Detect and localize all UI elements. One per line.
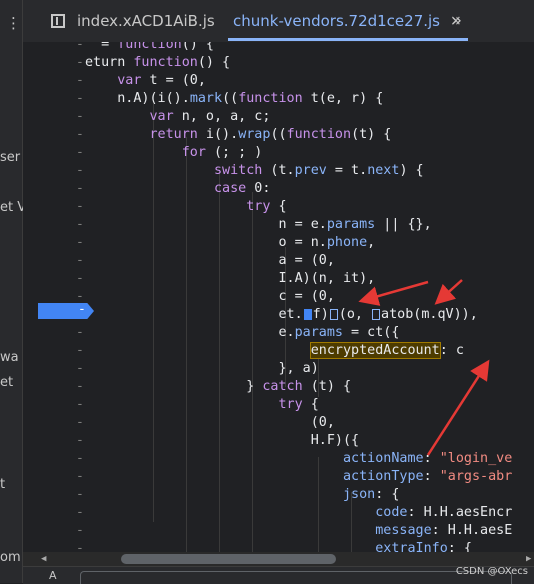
left-sidebar-strip: ⋮ ser et V wa et t om (0, 0, 26, 583)
code-line[interactable]: try { (85, 396, 318, 414)
code-line[interactable]: case 0: (85, 180, 270, 198)
code-line[interactable]: n = e.params || {}, (85, 216, 431, 234)
code-line[interactable]: n.A)(i().mark((function t(e, r) { (85, 90, 383, 108)
code-line[interactable]: }, a) (85, 360, 318, 378)
code-line[interactable]: var n, o, a, c; (85, 108, 271, 126)
breakpoint-token: (o, (338, 307, 372, 322)
tab-index-js[interactable]: index.xACD1AiB.js (77, 0, 215, 42)
code-line[interactable]: for (; ; ) (85, 144, 263, 162)
tab-label: index.xACD1AiB.js (77, 12, 215, 30)
sidebar-fragment: om (0, 550, 21, 565)
code-line[interactable]: o = n.phone, (85, 234, 375, 252)
code-line[interactable]: return i().wrap((function(t) { (85, 126, 392, 144)
code-line[interactable]: actionType: "args-abr (85, 468, 512, 486)
sidebar-fragment: ser (0, 150, 21, 165)
code-line[interactable]: var t = (0, (85, 72, 206, 90)
code-line[interactable]: encryptedAccount: c (85, 342, 464, 360)
tab-label: chunk-vendors.72d1ce27.js (233, 12, 440, 30)
scroll-right-icon[interactable]: ▶ (526, 554, 531, 564)
code-line[interactable]: } catch (t) { (85, 378, 351, 396)
search-input[interactable] (80, 571, 512, 584)
code-line[interactable]: eturn function() { (85, 54, 230, 72)
inline-breakpoint-icon[interactable] (372, 308, 381, 320)
code-line[interactable]: try { (85, 198, 286, 216)
match-case-toggle[interactable]: A (49, 569, 57, 582)
sidebar-fragment: wa (0, 350, 19, 365)
code-line[interactable]: et. f) (o, atob(m.qV)), (85, 306, 478, 324)
inline-breakpoint-icon[interactable] (303, 308, 312, 320)
scroll-left-icon[interactable]: ◀ (41, 554, 46, 564)
tab-chunk-vendors-js[interactable]: chunk-vendors.72d1ce27.js × (233, 0, 462, 42)
sidebar-fragment: et (0, 375, 14, 390)
code-line[interactable]: = function() { (85, 42, 214, 54)
code-line[interactable]: actionName: "login_ve (85, 450, 512, 468)
inline-breakpoint-icon[interactable] (329, 308, 338, 320)
code-editor[interactable]: ----------------------------- - = functi… (23, 42, 534, 552)
code-line[interactable]: message: H.H.aesE (85, 522, 512, 540)
code-line[interactable]: extraInfo: { (85, 540, 472, 552)
sidebar-fragment: t (0, 477, 6, 492)
watermark: CSDN @OXecs (455, 566, 528, 577)
code-line[interactable]: a = (0, (85, 252, 334, 270)
code-line[interactable]: e.params = ct({ (85, 324, 399, 342)
editor-tab-bar: index.xACD1AiB.js chunk-vendors.72d1ce27… (23, 0, 534, 43)
code-line[interactable]: json: { (85, 486, 399, 504)
code-line[interactable]: I.A)(n, it), (85, 270, 375, 288)
code-line[interactable]: switch (t.prev = t.next) { (85, 162, 424, 180)
toggle-navigator-icon[interactable] (51, 14, 65, 28)
code-line[interactable]: (0, (85, 414, 335, 432)
more-tabs-icon[interactable]: » (451, 10, 462, 31)
highlighted-token: encryptedAccount (309, 342, 441, 359)
code-line[interactable]: c = (0, (85, 288, 334, 306)
code-line[interactable]: code: H.H.aesEncr (85, 504, 512, 522)
code-line[interactable]: H.F)({ (85, 432, 359, 450)
breakpoint-token: f) (312, 307, 329, 322)
active-tab-indicator (228, 38, 468, 41)
scrollbar-thumb[interactable] (121, 554, 336, 564)
vertical-dots-icon[interactable]: ⋮ (6, 16, 21, 31)
breakpoint-token: atob(m.qV)), (381, 307, 478, 322)
horizontal-scrollbar[interactable]: ◀ ▶ (23, 552, 534, 566)
code-content[interactable]: = function() {eturn function() { var t =… (23, 42, 534, 552)
